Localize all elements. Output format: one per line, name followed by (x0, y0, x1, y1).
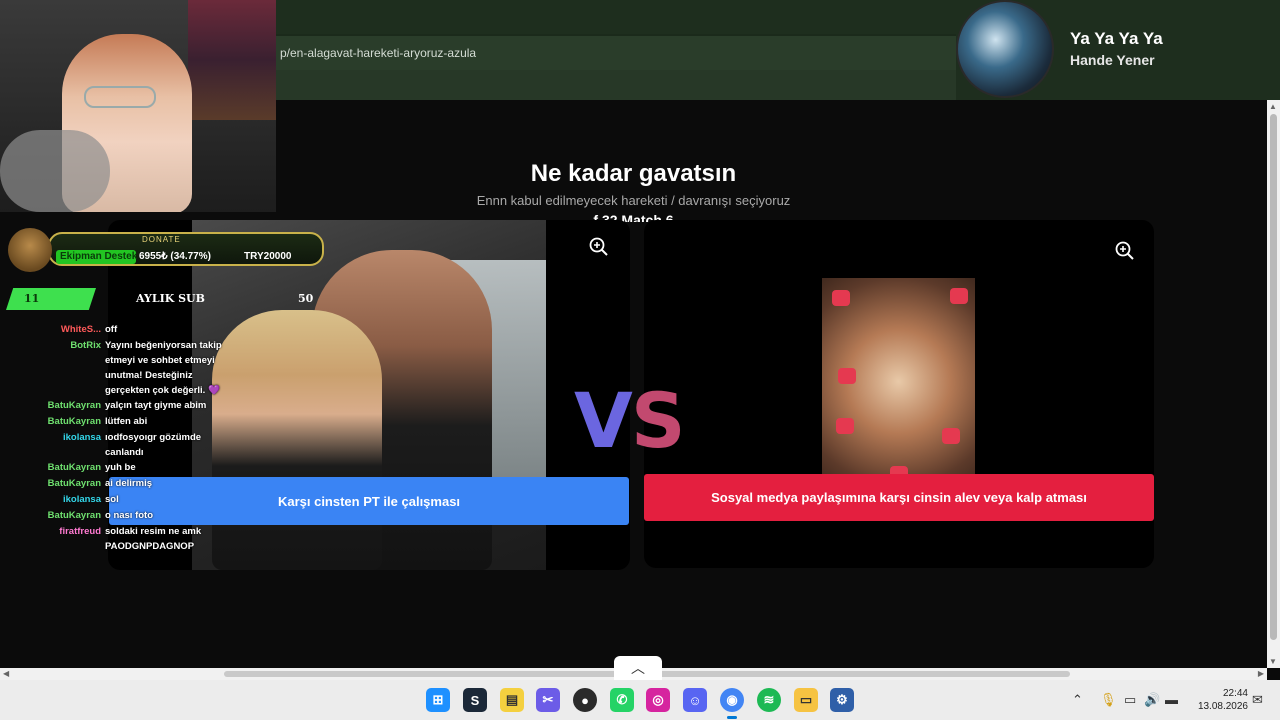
scroll-right-arrow-icon[interactable]: ▶ (1258, 669, 1264, 678)
chat-username[interactable]: WhiteS... (61, 322, 101, 337)
sub-goal-progress (6, 288, 96, 310)
sub-goal-target: 50 (298, 292, 314, 305)
wall-poster (188, 0, 276, 120)
chat-text: sol (105, 494, 119, 505)
donation-goal-widget: DONATE Ekipman Destek 6955₺ (34.77%) TRY… (4, 226, 324, 276)
chat-username[interactable]: ikolansa (63, 492, 101, 507)
chat-message: BatuKayran o nası foto (0, 508, 232, 524)
file-explorer-icon[interactable]: ▭ (794, 688, 818, 712)
chat-message: BatuKayran yalçın tayt giyme abim (0, 398, 232, 414)
sub-goal-widget: 11 AYLIK SUB 50 (6, 288, 322, 310)
steam-icon[interactable]: S (463, 688, 487, 712)
chat-message: BatuKayran yuh be (0, 460, 232, 476)
chat-text: o nası foto (105, 510, 154, 521)
chat-username[interactable]: BatuKayran (48, 508, 101, 523)
versus-label: VS (574, 376, 686, 465)
chat-text: ıodfosyoıgr gözümde canlandı (105, 432, 202, 458)
instagram-icon[interactable]: ◎ (646, 688, 670, 712)
chat-overlay: WhiteS... off BotRix Yayını beğeniyorsan ta… (0, 322, 232, 554)
chat-username[interactable]: BatuKayran (48, 398, 101, 413)
chat-message: BotRix Yayını beğeniyorsan takip etmeyi v… (0, 338, 232, 398)
chat-text: yalçın tayt giyme abim (105, 400, 207, 411)
scroll-left-arrow-icon[interactable]: ◀ (3, 669, 9, 678)
tray-overflow-icon[interactable]: ⌃ (1072, 692, 1083, 708)
chat-text: yuh be (105, 462, 136, 473)
notification-icon[interactable]: ✉ (1252, 692, 1263, 708)
discord-icon[interactable]: ☺ (683, 688, 707, 712)
donation-title: DONATE (142, 235, 181, 244)
microphone-icon[interactable]: 🎙 (1100, 692, 1117, 708)
scroll-to-top-button[interactable]: ︿ (614, 656, 662, 680)
right-choice-button[interactable]: Sosyal medya paylaşımına karşı cinsin al… (644, 474, 1154, 521)
chevron-up-icon: ︿ (631, 660, 645, 676)
vertical-scrollbar[interactable]: ▲ ▼ (1267, 100, 1280, 668)
chat-username[interactable]: BatuKayran (48, 460, 101, 475)
scrollbar-thumb[interactable] (1270, 114, 1277, 640)
donation-amount: 6955₺ (34.77%) (139, 251, 211, 262)
heart-icon (832, 290, 850, 306)
clock[interactable]: 22:44 13.08.2026 (1198, 687, 1248, 713)
chat-message: WhiteS... off (0, 322, 232, 338)
sub-goal-label: AYLIK SUB (136, 292, 205, 305)
chat-username[interactable]: ikolansa (63, 430, 101, 445)
chat-username[interactable]: BotRix (70, 338, 101, 353)
scroll-down-arrow-icon[interactable]: ▼ (1269, 657, 1277, 666)
mascot-icon (8, 228, 52, 272)
scroll-up-arrow-icon[interactable]: ▲ (1269, 102, 1277, 111)
heart-icon (838, 368, 856, 384)
whatsapp-icon[interactable]: ✆ (610, 688, 634, 712)
sticky-notes-icon[interactable]: ▤ (500, 688, 524, 712)
chat-text: Yayını beğeniyorsan takip etmeyi ve sohb… (105, 340, 222, 396)
url-text[interactable]: p/en-alagavat-hareketi-aryoruz-azula (280, 46, 476, 60)
chat-message: BatuKayran lütfen abi (0, 414, 232, 430)
volume-icon[interactable]: 🔊 (1144, 692, 1160, 708)
chat-message: ikolansa ıodfosyoıgr gözümde canlandı (0, 430, 232, 460)
chrome-icon[interactable]: ◉ (720, 688, 744, 712)
chat-username[interactable]: BatuKayran (48, 476, 101, 491)
chat-text: ai delirmiş (105, 478, 152, 489)
clock-time: 22:44 (1222, 688, 1248, 699)
chat-username[interactable]: BatuKayran (48, 414, 101, 429)
chat-message: firatfreud soldaki resim ne amk PAODGNPDA… (0, 524, 232, 554)
zoom-in-icon[interactable] (588, 236, 610, 258)
network-icon[interactable]: ▭ (1124, 692, 1136, 708)
settings-icon[interactable]: ⚙ (830, 688, 854, 712)
heart-icon (836, 418, 854, 434)
chrome-active-indicator (727, 716, 737, 719)
chat-message: ikolansa sol (0, 492, 232, 508)
heart-icon (942, 428, 960, 444)
webcam-overlay (0, 0, 276, 212)
chat-text: off (105, 324, 118, 335)
song-title: Ya Ya Ya Ya (1070, 29, 1163, 48)
song-artist: Hande Yener (1070, 52, 1155, 68)
photo-woman (212, 310, 382, 570)
donation-label: Ekipman Destek (60, 251, 138, 262)
chat-text: soldaki resim ne amk PAODGNPDAGNOP (105, 526, 202, 552)
battery-icon[interactable]: ▬ (1165, 692, 1178, 707)
donation-goal: TRY20000 (244, 251, 292, 262)
taskbar: ⊞ S ▤ ✂ ● ✆ ◎ ☺ ◉ ≋ ▭ ⚙ ⌃ 🎙 ▭ 🔊 ▬ 22:44 … (0, 680, 1280, 720)
heart-icon (950, 288, 968, 304)
clock-date: 13.08.2026 (1197, 701, 1248, 712)
chat-text: lütfen abi (105, 416, 148, 427)
obs-icon[interactable]: ● (573, 688, 597, 712)
chat-username[interactable]: firatfreud (59, 524, 101, 539)
spotify-icon[interactable]: ≋ (757, 688, 781, 712)
sub-count: 11 (24, 292, 40, 305)
windows-start-icon[interactable]: ⊞ (426, 688, 450, 712)
glasses (84, 86, 156, 108)
hand-blur (0, 130, 110, 212)
chat-message: BatuKayran ai delirmiş (0, 476, 232, 492)
zoom-in-icon[interactable] (1114, 240, 1136, 262)
album-art (956, 0, 1054, 98)
now-playing-widget: Ya Ya Ya Ya Hande Yener (956, 0, 1280, 100)
snipping-tool-icon[interactable]: ✂ (536, 688, 560, 712)
